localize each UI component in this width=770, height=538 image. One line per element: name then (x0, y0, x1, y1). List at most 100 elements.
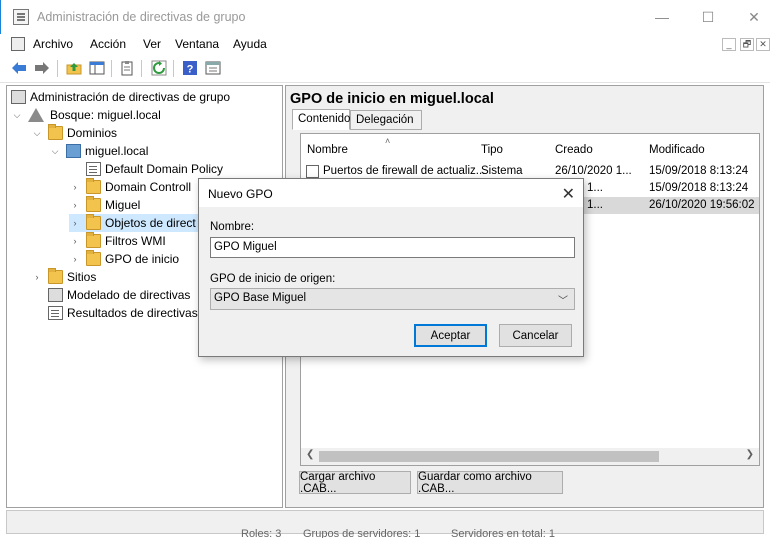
name-label: Nombre: (210, 221, 255, 233)
mdi-close-button[interactable]: ✕ (756, 38, 770, 51)
chevron-down-icon: ﹀ (558, 296, 568, 307)
scroll-left-icon[interactable]: ❮ (306, 449, 314, 460)
source-gpo-select[interactable]: GPO Base Miguel ﹀ (210, 288, 575, 310)
column-nombre[interactable]: Nombre (307, 144, 348, 156)
menu-archivo[interactable]: Archivo (33, 37, 73, 51)
tree-domains[interactable]: ⌵ Dominios (31, 124, 117, 142)
expanded-chevron-icon[interactable]: ⌵ (49, 146, 61, 157)
domain-icon (66, 144, 81, 158)
tree-sites[interactable]: › Sitios (31, 268, 96, 286)
tree-gpo-objects-label: Objetos de direct (105, 216, 196, 230)
tree-modeling[interactable]: Modelado de directivas (48, 286, 190, 304)
gpo-folder-icon (86, 214, 101, 230)
source-gpo-label: GPO de inicio de origen: (210, 273, 336, 285)
column-modificado[interactable]: Modificado (649, 144, 705, 156)
collapsed-chevron-icon[interactable]: › (69, 236, 81, 246)
dialog-close-icon[interactable]: ✕ (562, 184, 575, 204)
tree-wmi-filters-label: Filtros WMI (105, 234, 166, 248)
menu-bar: Archivo Acción Ver Ventana Ayuda _ 🗗 ✕ (0, 34, 770, 55)
ou-folder-icon (86, 178, 101, 194)
gpo-name-input[interactable]: GPO Miguel (210, 237, 575, 258)
tree-domain[interactable]: ⌵ miguel.local (49, 142, 148, 160)
clipboard-icon[interactable] (118, 59, 136, 77)
scrollbar-thumb[interactable] (319, 451, 659, 462)
svg-text:?: ? (187, 64, 194, 76)
cancel-button[interactable]: Cancelar (499, 324, 572, 347)
tab-delegacion[interactable]: Delegación (350, 110, 422, 130)
tree-ou-miguel[interactable]: › Miguel (69, 196, 140, 214)
tree-ou-miguel-label: Miguel (105, 198, 141, 212)
minimize-button[interactable]: — (639, 0, 685, 34)
row-modified: 26/10/2020 19:56:02 (649, 199, 755, 211)
back-arrow-icon[interactable] (10, 59, 28, 77)
tab-contenido[interactable]: Contenido (292, 109, 350, 130)
tree-forest-label: Bosque: miguel.local (50, 108, 161, 122)
starter-gpo-folder-icon (86, 250, 101, 266)
tree-domain-controllers[interactable]: › Domain Controll (69, 178, 191, 196)
tree-forest[interactable]: ⌵ Bosque: miguel.local (11, 106, 161, 124)
tree-default-domain-policy[interactable]: Default Domain Policy (86, 160, 223, 178)
row-type: Sistema (481, 165, 523, 177)
row-modified: 15/09/2018 8:13:24 (649, 182, 749, 194)
scroll-right-icon[interactable]: ❯ (746, 449, 754, 460)
toolbar-separator (173, 60, 174, 77)
tree-default-policy-label: Default Domain Policy (105, 162, 224, 176)
tree-wmi-filters[interactable]: › Filtros WMI (69, 232, 166, 250)
tree-modeling-label: Modelado de directivas (67, 288, 191, 302)
new-gpo-dialog: Nuevo GPO ✕ Nombre: GPO Miguel GPO de in… (198, 178, 584, 357)
tree-root-label: Administración de directivas de grupo (30, 90, 231, 104)
tree-domain-label: miguel.local (85, 144, 149, 158)
server-manager-roles: Roles: 3 (241, 528, 282, 538)
help-icon[interactable]: ? (181, 59, 199, 77)
refresh-icon[interactable] (150, 59, 168, 77)
tree-starter-gpos-label: GPO de inicio (105, 252, 180, 266)
show-hide-tree-icon[interactable] (88, 59, 106, 77)
gpmc-icon (11, 90, 26, 104)
server-manager-servers: Servidores en total: 1 (451, 528, 555, 538)
collapsed-chevron-icon[interactable]: › (69, 182, 81, 192)
tree-root[interactable]: Administración de directivas de grupo (11, 88, 230, 106)
dialog-title-bar: Nuevo GPO ✕ (199, 179, 583, 207)
menu-ventana[interactable]: Ventana (175, 37, 219, 51)
menu-accion[interactable]: Acción (90, 37, 126, 51)
collapsed-chevron-icon[interactable]: › (31, 272, 43, 282)
ou-folder-icon (86, 196, 101, 212)
maximize-button[interactable]: ☐ (685, 0, 731, 34)
gpo-link-icon (86, 162, 101, 176)
column-creado[interactable]: Creado (555, 144, 593, 156)
load-cab-button[interactable]: Cargar archivo .CAB... (299, 471, 411, 495)
collapsed-chevron-icon[interactable]: › (69, 200, 81, 210)
sort-ascending-icon: ˄ (385, 136, 391, 146)
mdi-restore-button[interactable]: 🗗 (740, 38, 754, 51)
console-menu-icon[interactable] (11, 37, 25, 51)
collapsed-chevron-icon[interactable]: › (69, 254, 81, 264)
results-icon (48, 306, 63, 320)
mdi-minimize-button[interactable]: _ (722, 38, 736, 51)
tree-results-label: Resultados de directivas (67, 306, 198, 320)
properties-icon[interactable] (204, 59, 222, 77)
toolbar-separator (141, 60, 142, 77)
menu-ayuda[interactable]: Ayuda (233, 37, 267, 51)
menu-ver[interactable]: Ver (143, 37, 161, 51)
title-bar: Administración de directivas de grupo — … (0, 0, 770, 34)
tree-starter-gpos[interactable]: › GPO de inicio (69, 250, 179, 268)
details-title: GPO de inicio en miguel.local (290, 91, 494, 107)
close-window-button[interactable]: ✕ (731, 0, 770, 34)
ok-button[interactable]: Aceptar (414, 324, 487, 347)
forward-arrow-icon[interactable] (33, 59, 51, 77)
window-title: Administración de directivas de grupo (37, 10, 246, 24)
tree-results[interactable]: Resultados de directivas (48, 304, 198, 322)
column-tipo[interactable]: Tipo (481, 144, 503, 156)
gpo-icon (306, 165, 319, 178)
collapsed-chevron-icon[interactable]: › (69, 218, 81, 228)
expanded-chevron-icon[interactable]: ⌵ (11, 110, 23, 121)
expanded-chevron-icon[interactable]: ⌵ (31, 128, 43, 139)
toolbar: ? (0, 56, 770, 83)
forest-icon (28, 108, 44, 122)
up-folder-icon[interactable] (65, 59, 83, 77)
save-cab-button[interactable]: Guardar como archivo .CAB... (417, 471, 563, 495)
tree-domains-label: Dominios (67, 126, 118, 140)
source-gpo-value: GPO Base Miguel (214, 292, 307, 304)
modeling-icon (48, 288, 63, 302)
horizontal-scrollbar[interactable]: ❮ ❯ (301, 448, 759, 465)
